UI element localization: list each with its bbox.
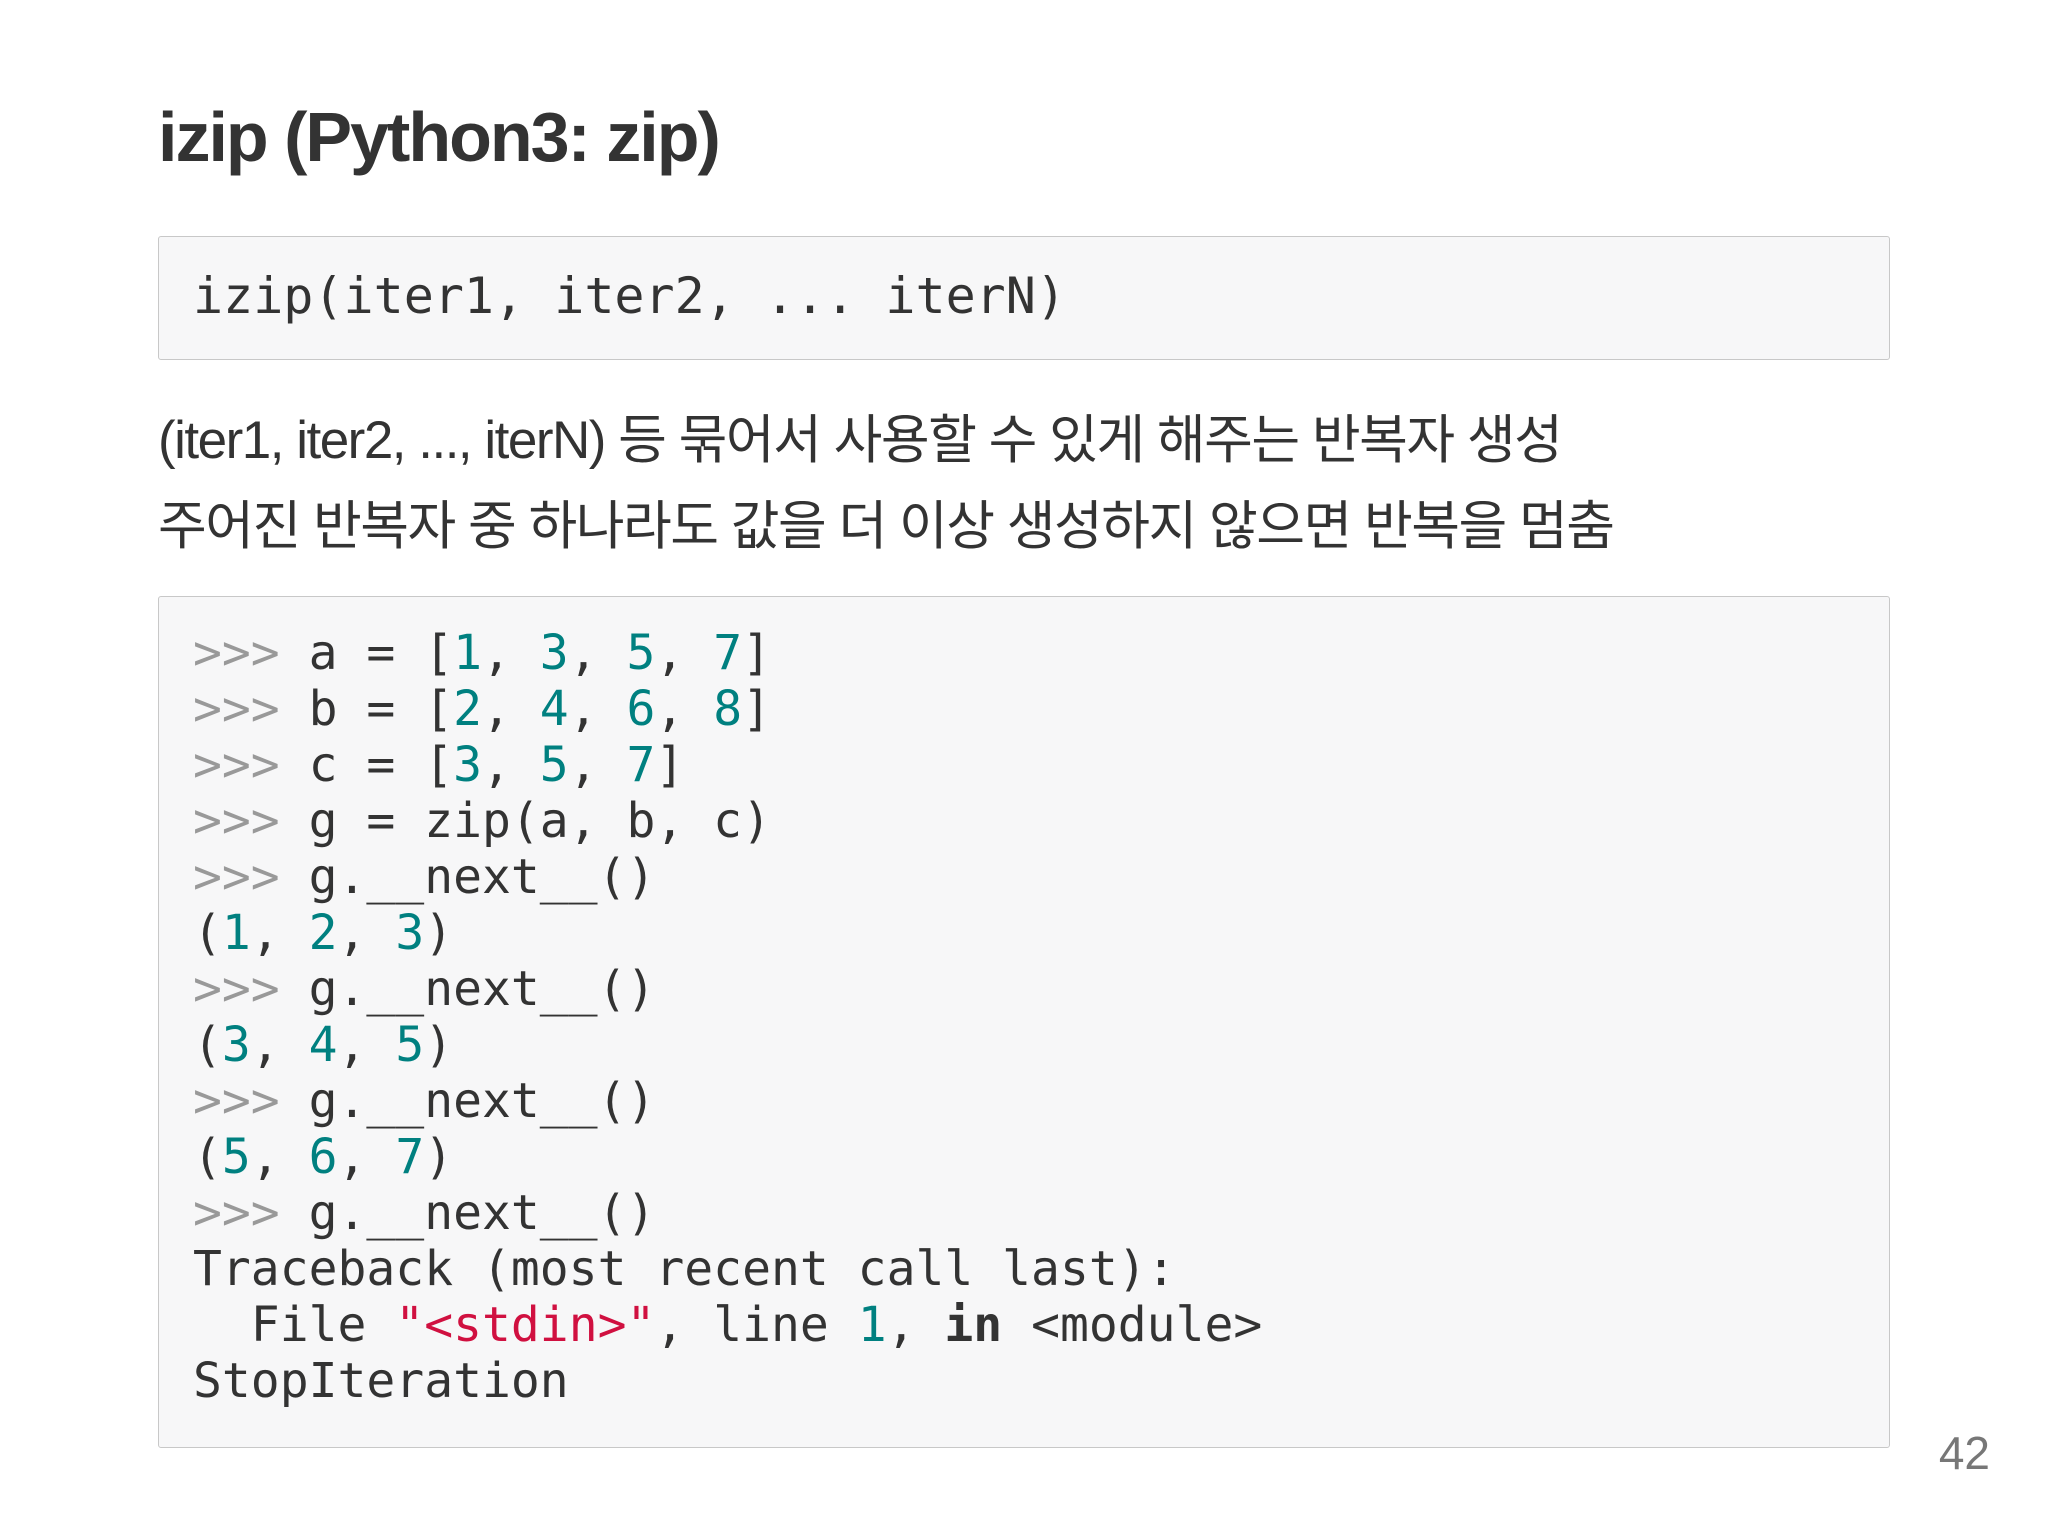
code-text: (: [193, 1129, 222, 1185]
repl-prompt: >>>: [193, 737, 309, 793]
code-text: (: [193, 905, 222, 961]
description-line-2: 주어진 반복자 중 하나라도 값을 더 이상 생성하지 않으면 반복을 멈춤: [158, 497, 1615, 556]
number-literal: 3: [453, 737, 482, 793]
number-literal: 7: [626, 737, 656, 793]
code-text: ,: [482, 681, 540, 737]
code-text: , line: [655, 1297, 858, 1353]
repl-line-4: >>> g = zip(a, b, c): [193, 793, 1889, 849]
slide-title: izip (Python3: zip): [158, 98, 721, 176]
repl-output-2: (3, 4, 5): [193, 1017, 1889, 1073]
code-text: <module>: [1002, 1297, 1263, 1353]
repl-prompt: >>>: [193, 681, 309, 737]
code-text: ,: [250, 1129, 309, 1185]
number-literal: 5: [395, 1017, 425, 1073]
code-text: ,: [337, 905, 396, 961]
code-text: ,: [568, 625, 627, 681]
repl-prompt: >>>: [193, 793, 309, 849]
code-text: ]: [742, 681, 772, 737]
number-literal: 6: [308, 1129, 338, 1185]
code-text: ,: [250, 1017, 309, 1073]
repl-line-6: >>> g.__next__(): [193, 961, 1889, 1017]
number-literal: 7: [395, 1129, 425, 1185]
traceback-file-line: File "<stdin>", line 1, in <module>: [193, 1297, 1889, 1353]
repl-prompt: >>>: [193, 849, 309, 905]
repl-output-3: (5, 6, 7): [193, 1129, 1889, 1185]
repl-line-2: >>> b = [2, 4, 6, 8]: [193, 681, 1889, 737]
traceback-header: Traceback (most recent call last):: [193, 1241, 1176, 1297]
number-literal: 3: [221, 1017, 251, 1073]
repl-line-1: >>> a = [1, 3, 5, 7]: [193, 625, 1889, 681]
error-name: StopIteration: [193, 1353, 569, 1409]
code-text: ,: [482, 625, 540, 681]
number-literal: 8: [713, 681, 743, 737]
repl-prompt: >>>: [193, 1073, 309, 1129]
repl-output-1: (1, 2, 3): [193, 905, 1889, 961]
code-text: File: [193, 1297, 396, 1353]
number-literal: 1: [857, 1297, 887, 1353]
repl-code-block: >>> a = [1, 3, 5, 7] >>> b = [2, 4, 6, 8…: [158, 596, 1890, 1448]
code-text: ]: [655, 737, 685, 793]
repl-prompt: >>>: [193, 961, 309, 1017]
code-text: ): [424, 1017, 454, 1073]
number-literal: 6: [626, 681, 656, 737]
code-text: b = [: [308, 681, 454, 737]
code-text: ,: [568, 737, 627, 793]
page-number: 42: [1938, 1427, 1990, 1479]
code-text: ,: [886, 1297, 945, 1353]
code-text: ): [424, 1129, 454, 1185]
number-literal: 1: [453, 625, 482, 681]
description-line-1: (iter1, iter2, ..., iterN) 등 묶어서 사용할 수 있…: [158, 411, 1563, 470]
number-literal: 5: [626, 625, 656, 681]
repl-line-7: >>> g.__next__(): [193, 1073, 1889, 1129]
code-text: ,: [655, 625, 714, 681]
code-text: ,: [250, 905, 309, 961]
keyword: in: [944, 1297, 1003, 1353]
code-text: g.__next__(): [308, 961, 656, 1017]
code-text: g.__next__(): [308, 1185, 656, 1241]
code-text: ): [424, 905, 454, 961]
code-text: ,: [337, 1017, 396, 1073]
description: (iter1, iter2, ..., iterN) 등 묶어서 사용할 수 있…: [158, 398, 1615, 570]
number-literal: 2: [308, 905, 338, 961]
code-text: ,: [568, 681, 627, 737]
string-literal: "<stdin>": [395, 1297, 656, 1353]
number-literal: 3: [539, 625, 569, 681]
code-text: a = [: [308, 625, 454, 681]
number-literal: 5: [221, 1129, 251, 1185]
code-text: c = [: [308, 737, 454, 793]
repl-line-3: >>> c = [3, 5, 7]: [193, 737, 1889, 793]
code-text: ,: [482, 737, 540, 793]
repl-line-8: >>> g.__next__(): [193, 1185, 1889, 1241]
number-literal: 5: [539, 737, 569, 793]
number-literal: 3: [395, 905, 425, 961]
number-literal: 1: [221, 905, 251, 961]
number-literal: 2: [453, 681, 482, 737]
code-text: (: [193, 1017, 222, 1073]
number-literal: 4: [308, 1017, 338, 1073]
code-text: ]: [742, 625, 772, 681]
number-literal: 4: [539, 681, 569, 737]
number-literal: 7: [713, 625, 743, 681]
repl-prompt: >>>: [193, 1185, 309, 1241]
code-text: g = zip(a, b, c): [308, 793, 771, 849]
code-text: ,: [337, 1129, 396, 1185]
repl-line-5: >>> g.__next__(): [193, 849, 1889, 905]
signature-code-block: izip(iter1, iter2, ... iterN): [158, 236, 1890, 360]
slide: izip (Python3: zip) izip(iter1, iter2, .…: [0, 0, 2048, 1538]
repl-prompt: >>>: [193, 625, 309, 681]
code-text: g.__next__(): [308, 1073, 656, 1129]
code-text: ,: [655, 681, 714, 737]
code-text: g.__next__(): [308, 849, 656, 905]
